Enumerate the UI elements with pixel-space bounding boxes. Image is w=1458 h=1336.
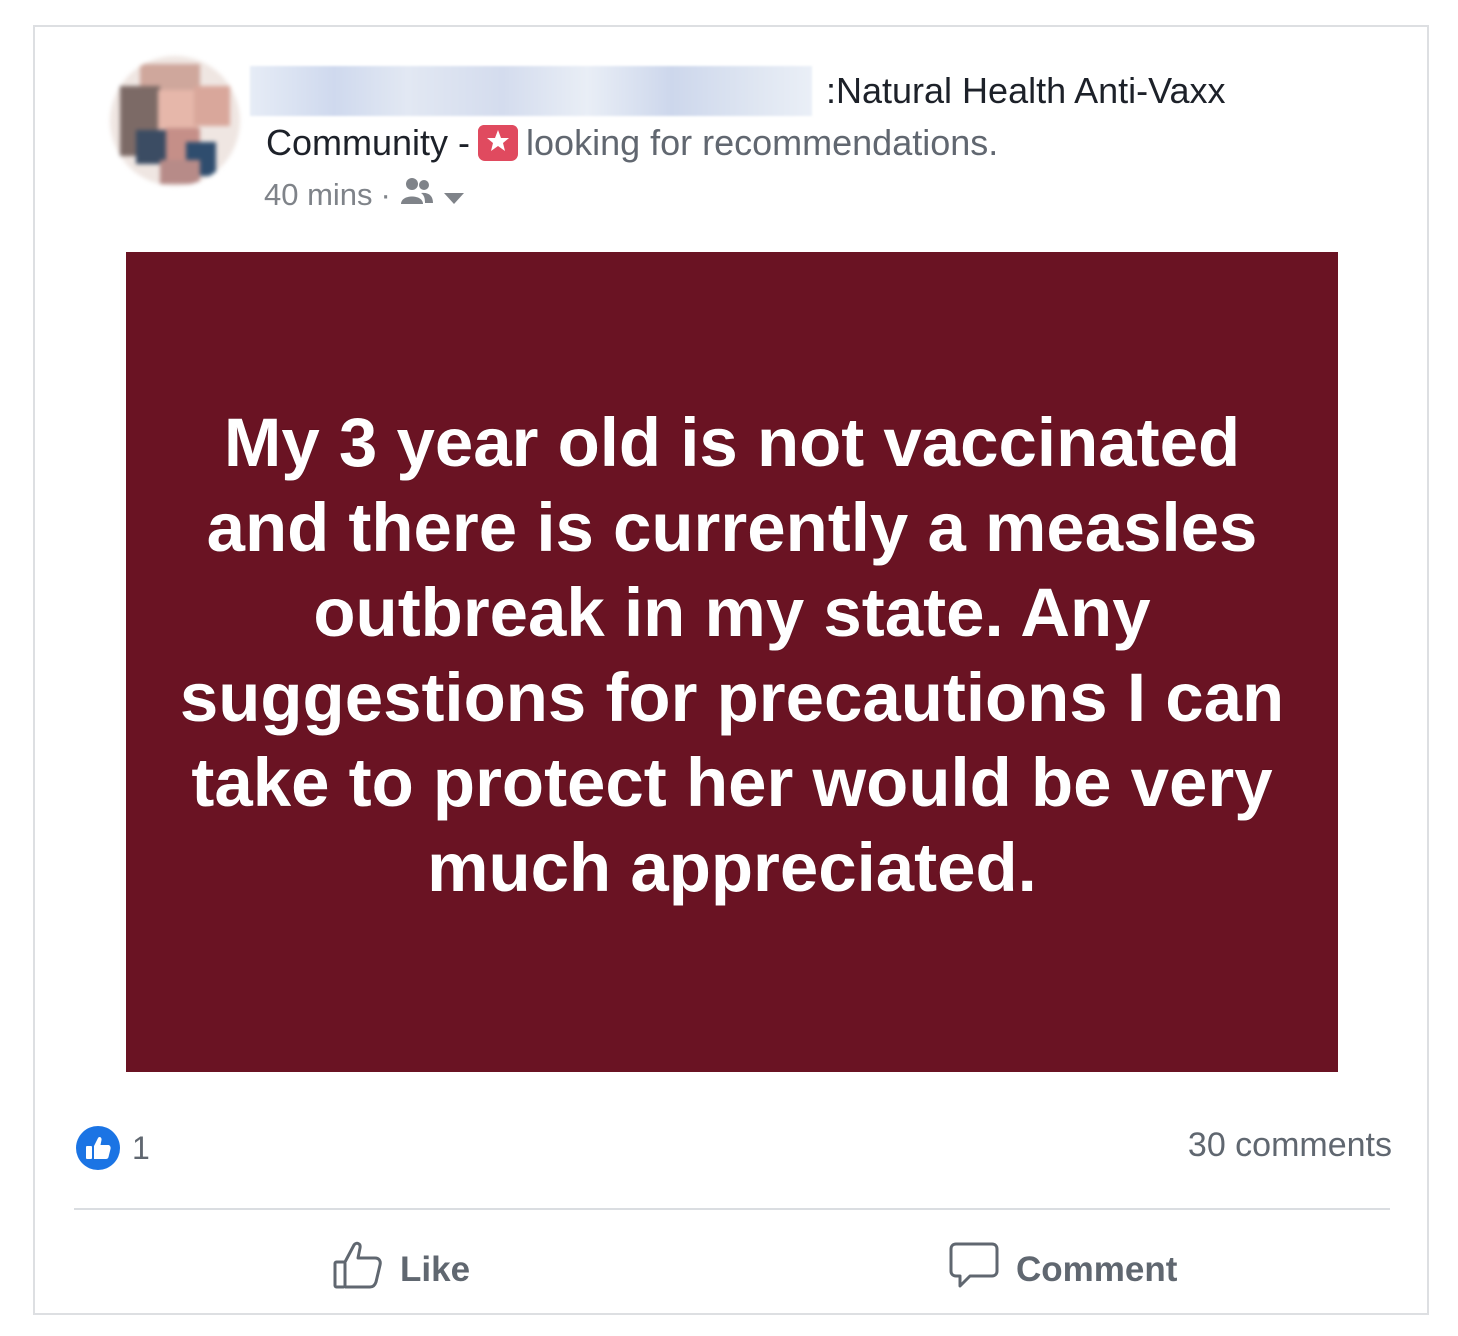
meta-separator: ·: [380, 177, 391, 212]
group-name[interactable]: :Natural Health Anti-Vaxx: [826, 70, 1226, 112]
comment-button[interactable]: Comment: [948, 1240, 1177, 1299]
group-name-continued[interactable]: Community -: [266, 122, 470, 164]
comment-bubble-icon: [948, 1240, 1016, 1299]
chevron-down-icon[interactable]: [443, 177, 465, 213]
reaction-summary[interactable]: 1: [76, 1126, 150, 1170]
divider: [74, 1208, 1390, 1210]
feeling-text: looking for recommendations.: [526, 122, 999, 163]
avatar[interactable]: [110, 56, 240, 186]
post-image[interactable]: My 3 year old is not vaccinated and ther…: [126, 252, 1338, 1072]
post-image-text: My 3 year old is not vaccinated and ther…: [179, 404, 1285, 906]
redacted-author-name: [250, 66, 812, 116]
comments-count[interactable]: 30 comments: [1188, 1126, 1392, 1165]
post-meta: 40 mins ·: [264, 176, 465, 214]
comment-label: Comment: [1016, 1249, 1178, 1289]
post-header-feeling: Community - looking for recommendations.: [266, 122, 998, 164]
like-reaction-icon: [76, 1126, 120, 1170]
like-button[interactable]: Like: [332, 1240, 470, 1299]
thumbs-up-icon: [332, 1240, 400, 1299]
friends-audience-icon[interactable]: [399, 176, 435, 214]
star-feeling-icon: [478, 125, 519, 161]
timestamp[interactable]: 40 mins: [264, 177, 373, 213]
like-label: Like: [400, 1249, 471, 1289]
reaction-count: 1: [132, 1129, 150, 1166]
